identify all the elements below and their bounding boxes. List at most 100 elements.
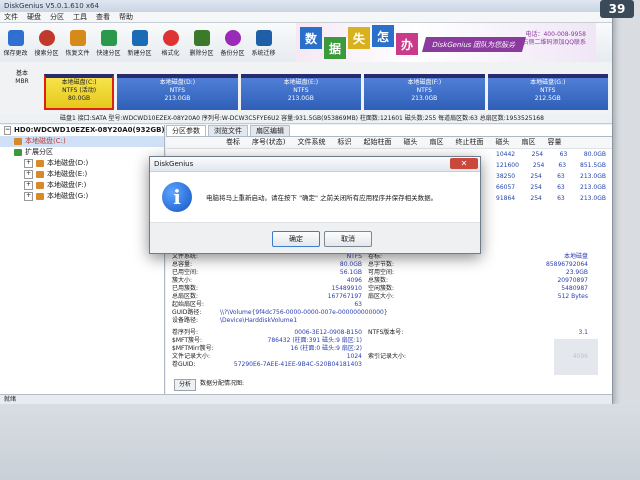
partition-rows: 10442 254 63 80.0GB 121600 254 63 851.5GB 3825… [496,149,606,204]
allocation-map-label: 数据分配情况图: [200,380,245,387]
app-title: DiskGenius V5.0.1.610 x64 [4,2,99,10]
panel-tabs: 分区参数 浏览文件 扇区编辑 [166,125,612,137]
ad-block: 怎 [372,25,394,47]
dialog-button-row: 确定 取消 [150,222,480,253]
ad-banner[interactable]: 数 据 失 怎 办 DiskGenius 团队为您服务 电话：400-008-9… [296,23,596,63]
disk-map: 基本 MBR 本地磁盘(C:) NTFS (活动) 80.0GB 本地磁盘(D:… [0,62,612,115]
detail-row: 起始扇区号: 63 [172,301,362,308]
tree-item[interactable]: + 本地磁盘(F:) [0,180,164,191]
watermark-logo [554,339,598,375]
close-icon[interactable]: ✕ [450,158,478,169]
menu-bar: 文件 硬盘 分区 工具 查看 帮助 [0,12,612,23]
migrate-icon [255,29,272,46]
expand-toggle[interactable]: + [24,159,33,168]
ad-phone-text: 电话：400-008-9958 [525,31,586,38]
table-row[interactable]: 38250 254 63 213.0GB [496,171,606,182]
dialog-body: i 电脑将马上重新启动。请在按下 "确定" 之前关闭所有应用程序并保存相关数据。… [150,172,480,253]
restart-dialog: DiskGenius ✕ i 电脑将马上重新启动。请在按下 "确定" 之前关闭所… [149,156,481,254]
detail-row: 卷GUID: 57290E6-7AEE-41EE-9B4C-520B0418140… [172,361,362,368]
tab-browse-files[interactable]: 浏览文件 [208,125,248,136]
partition-blocks: 本地磁盘(C:) NTFS (活动) 80.0GB 本地磁盘(D:) NTFS … [44,74,608,110]
tab-partition-params[interactable]: 分区参数 [166,125,206,136]
expand-toggle[interactable]: + [24,192,33,201]
partition-icon [14,138,22,145]
detail-row: 已用簇数: 15489910 空闲簇数: 5480987 [172,285,588,292]
search-partition-button[interactable]: 搜索分区 [31,29,62,57]
expand-toggle[interactable]: + [24,181,33,190]
new-partition-button[interactable]: 新建分区 [124,29,155,57]
analyze-button[interactable]: 分析 [174,379,197,391]
quick-partition-button[interactable]: 快速分区 [93,29,124,57]
table-row[interactable]: 121600 254 63 851.5GB [496,160,606,171]
recover-files-button[interactable]: 恢复文件 [62,29,93,57]
ad-block: 据 [324,37,346,59]
tree-disk[interactable]: − HD0:WDCWD10EZEX-08Y20A0(932GB) [0,125,165,136]
dialog-message: 电脑将马上重新启动。请在按下 "确定" 之前关闭所有应用程序并保存相关数据。 [206,194,438,202]
menu-partition[interactable]: 分区 [50,12,64,22]
partition-icon [14,149,22,156]
menu-view[interactable]: 查看 [96,12,110,22]
collapse-toggle[interactable]: − [4,126,12,135]
table-row[interactable]: 10442 254 63 80.0GB [496,149,606,160]
partition-icon [36,182,44,189]
dialog-titlebar: DiskGenius ✕ [150,157,480,172]
partition-details: 文件系统: NTFS 卷标: 本地磁盘 总容量: 80.0GB 总字节数: 85896792… [172,253,602,369]
title-bar: DiskGenius V5.0.1.610 x64 [0,0,612,12]
recover-icon [69,29,86,46]
partition-icon [36,171,44,178]
menu-help[interactable]: 帮助 [119,12,133,22]
tab-sector-edit[interactable]: 扇区编辑 [250,125,290,136]
disk-info-line: 磁盘1 接口:SATA 型号:WDCWD10EZEX-08Y20A0 序列号:W… [0,114,612,124]
cancel-button[interactable]: 取消 [324,231,372,247]
new-partition-icon [131,29,148,46]
toolbar: 保存更改 搜索分区 恢复文件 快速分区 新建分区 格式化 删除分区 备份分区 系… [0,23,612,64]
expand-toggle[interactable]: + [24,170,33,179]
detail-row: 文件系统: NTFS 卷标: 本地磁盘 [172,253,588,260]
tree-item[interactable]: + 本地磁盘(E:) [0,169,164,180]
disk-tree: − HD0:WDCWD10EZEX-08Y20A0(932GB) 本地磁盘(C:… [0,125,165,395]
bottom-actions: 分析 数据分配情况图: [174,379,244,391]
ad-block: 数 [300,27,322,49]
detail-row: 簇大小: 4096 总簇数: 20970897 [172,277,588,284]
ad-qq-text: 请扫描右侧二维码添加QQ联系 [504,39,586,46]
menu-tools[interactable]: 工具 [73,12,87,22]
desktop-area [0,404,640,480]
search-icon [38,29,55,46]
format-button[interactable]: 格式化 [155,29,186,57]
detail-row: GUID路径: \\?\Volume{9f4dc756-0000-0000-007… [172,309,388,316]
detail-row: 设备路径: \Device\HarddiskVolume1 [172,317,298,324]
delete-icon [193,29,210,46]
detail-row: 文件记录大小:1024索引记录大小:4096 [172,353,588,360]
partition-block-d[interactable]: 本地磁盘(D:) NTFS 213.0GB [117,74,238,110]
menu-disk[interactable]: 硬盘 [27,12,41,22]
backup-partition-button[interactable]: 备份分区 [217,29,248,57]
format-icon [162,29,179,46]
partition-block-e[interactable]: 本地磁盘(E:) NTFS 213.0GB [240,74,362,110]
partition-icon [36,160,44,167]
detail-row: $MFT簇号: 786432 (柱面:391 磁头:9 扇区:1) [172,337,362,344]
delete-partition-button[interactable]: 删除分区 [186,29,217,57]
ok-button[interactable]: 确定 [272,231,320,247]
table-row[interactable]: 66057 254 63 213.0GB [496,182,606,193]
tree-item[interactable]: + 本地磁盘(D:) [0,158,164,169]
quick-partition-icon [100,29,117,46]
detail-row: 卷序列号: 0006-3E12-0908-B150 NTFS版本号: 3.1 [172,329,588,336]
tree-item[interactable]: 本地磁盘(C:) [0,136,164,147]
dialog-title: DiskGenius [154,160,194,168]
tree-item[interactable]: 扩展分区 [0,147,164,158]
ad-block: 失 [348,27,370,49]
save-button[interactable]: 保存更改 [0,29,31,57]
partition-block-c[interactable]: 本地磁盘(C:) NTFS (活动) 80.0GB [44,74,115,110]
migrate-system-button[interactable]: 系统迁移 [248,29,279,57]
info-icon: i [162,182,192,212]
ad-contact: 电话：400-008-9958 请扫描右侧二维码添加QQ联系 [505,31,586,47]
menu-file[interactable]: 文件 [4,12,18,22]
partition-block-f[interactable]: 本地磁盘(F:) NTFS 213.0GB [364,74,485,110]
save-icon [7,29,24,46]
tree-item[interactable]: + 本地磁盘(G:) [0,191,164,202]
table-header: 卷标 序号(状态) 文件系统 标识 起始柱面 磁头 扇区 终止柱面 磁头 扇区 … [166,137,612,149]
partition-block-g[interactable]: 本地磁盘(G:) NTFS 212.5GB [487,74,608,110]
table-row[interactable]: 91864 254 63 213.0GB [496,193,606,204]
partition-icon [36,193,44,200]
detail-row: 总容量: 80.0GB 总字节数: 85896792064 [172,261,588,268]
